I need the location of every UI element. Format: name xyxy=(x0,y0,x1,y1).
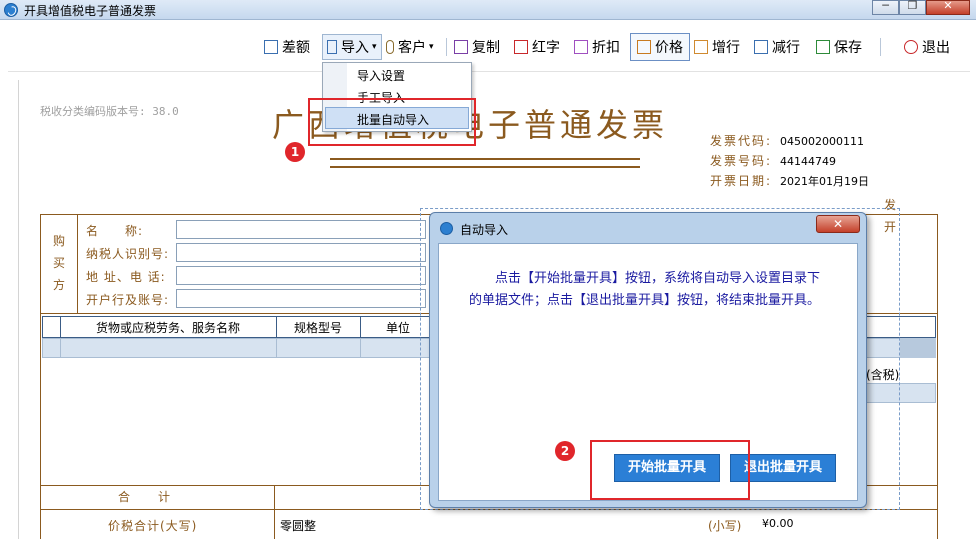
toolbar-save-label: 保存 xyxy=(834,40,862,56)
buyer-side-char: 购 xyxy=(53,234,66,248)
invoice-number-value: 44144749 xyxy=(780,155,837,168)
copy-icon xyxy=(454,40,468,54)
buyer-name-label: 名 称: xyxy=(86,224,144,238)
sum-lowercase-label: (小写) xyxy=(708,519,742,533)
minimize-icon: ─ xyxy=(882,0,889,12)
sum-uppercase-value: 零圆整 xyxy=(280,519,317,533)
buyer-name-input[interactable] xyxy=(176,220,426,239)
close-window-button[interactable]: ✕ xyxy=(926,0,970,15)
toolbar-remove-row-button[interactable]: 减行 xyxy=(754,36,800,58)
dialog-message: 点击【开始批量开具】按钮，系统将自动导入设置目录下的单据文件；点击【退出批量开具… xyxy=(469,271,821,308)
toolbar-red-invoice-button[interactable]: 红字 xyxy=(514,36,560,58)
title-underline xyxy=(330,158,640,160)
invoice-number-label: 发票号码: xyxy=(710,154,773,168)
toolbar-save-button[interactable]: 保存 xyxy=(816,36,862,58)
annotation-marker-2: 2 xyxy=(555,441,575,461)
sum-uppercase-label: 价税合计(大写) xyxy=(108,519,198,533)
row-divider xyxy=(276,339,277,357)
toolbar-difference-label: 差额 xyxy=(282,40,310,56)
window-titlebar: 开具增值税电子普通发票 ─ ❐ ✕ xyxy=(0,0,976,20)
add-row-icon xyxy=(694,40,708,54)
restore-button[interactable]: ❐ xyxy=(899,0,926,15)
buyer-address-label: 地 址、电 话: xyxy=(86,270,166,284)
toolbar-red-invoice-label: 红字 xyxy=(532,40,560,56)
toolbar-import-label: 导入 xyxy=(341,40,369,56)
window-controls: ─ ❐ ✕ xyxy=(872,0,970,15)
goods-name-header: 货物或应税劳务、服务名称 xyxy=(96,321,241,335)
minimize-button[interactable]: ─ xyxy=(872,0,899,15)
column-divider xyxy=(276,316,277,338)
save-icon xyxy=(816,40,830,54)
invoice-date: 开票日期: 2021年01月19日 xyxy=(710,172,869,189)
toolbar-remove-row-label: 减行 xyxy=(772,40,800,56)
buyer-taxid-input[interactable] xyxy=(176,243,426,262)
buyer-taxid-label: 纳税人识别号: xyxy=(86,247,170,261)
power-icon xyxy=(904,40,918,54)
toolbar-customer-button[interactable]: 客户 ▾ xyxy=(386,36,434,58)
chevron-down-icon: ▾ xyxy=(372,42,377,52)
column-divider xyxy=(360,316,361,338)
buyer-side-char: 方 xyxy=(53,278,66,292)
toolbar-separator xyxy=(446,38,447,56)
restore-icon: ❐ xyxy=(907,0,918,12)
close-icon: ✕ xyxy=(832,217,844,231)
toolbar: 差额 导入 ▾ 客户 ▾ 复制 红字 折扣 价格 增行 减行 保存 退出 xyxy=(8,22,970,72)
list-icon xyxy=(264,40,278,54)
total-label: 合计 xyxy=(118,490,199,504)
invoice-date-value: 2021年01月19日 xyxy=(780,175,870,188)
row-divider xyxy=(360,339,361,357)
app-logo-icon xyxy=(4,3,18,17)
menu-item-import-settings[interactable]: 导入设置 xyxy=(357,67,405,84)
chevron-down-icon: ▾ xyxy=(429,42,434,52)
window-title: 开具增值税电子普通发票 xyxy=(24,4,157,18)
toolbar-discount-button[interactable]: 折扣 xyxy=(574,36,620,58)
buyer-bank-label: 开户行及账号: xyxy=(86,293,170,307)
discount-icon xyxy=(574,40,588,54)
toolbar-add-row-label: 增行 xyxy=(712,40,740,56)
annotation-marker-1: 1 xyxy=(285,142,305,162)
buyer-address-input[interactable] xyxy=(176,266,426,285)
title-underline xyxy=(330,166,640,168)
spec-header: 规格型号 xyxy=(294,321,343,335)
buyer-side-char: 买 xyxy=(53,256,66,270)
toolbar-price-button[interactable]: 价格 xyxy=(630,33,690,61)
toolbar-difference-button[interactable]: 差额 xyxy=(264,36,310,58)
unit-header: 单位 xyxy=(386,321,411,335)
invoice-code: 发票代码: 045002000111 xyxy=(710,132,864,149)
app-logo-icon xyxy=(440,222,453,235)
annotation-box-2 xyxy=(590,440,750,500)
toolbar-customer-label: 客户 xyxy=(398,40,426,56)
toolbar-exit-button[interactable]: 退出 xyxy=(904,36,950,58)
buyer-bank-input[interactable] xyxy=(176,289,426,308)
import-icon xyxy=(327,40,337,54)
column-divider xyxy=(60,316,61,338)
close-icon: ✕ xyxy=(943,0,953,12)
toolbar-price-label: 价格 xyxy=(655,40,683,56)
toolbar-copy-button[interactable]: 复制 xyxy=(454,36,500,58)
toolbar-exit-label: 退出 xyxy=(922,40,950,56)
invoice-number: 发票号码: 44144749 xyxy=(710,152,836,169)
tax-code-version: 税收分类编码版本号: 38.0 xyxy=(40,105,179,118)
price-icon xyxy=(637,40,651,54)
toolbar-separator xyxy=(880,38,881,56)
row-divider xyxy=(60,339,61,357)
remove-row-icon xyxy=(754,40,768,54)
user-icon xyxy=(386,40,394,54)
sum-lowercase-value: ¥0.00 xyxy=(762,517,794,530)
invoice-date-label: 开票日期: xyxy=(710,174,773,188)
goods-row-selected-cell[interactable] xyxy=(900,338,936,358)
toolbar-add-row-button[interactable]: 增行 xyxy=(694,36,740,58)
invoice-code-label: 发票代码: xyxy=(710,134,773,148)
red-invoice-icon xyxy=(514,40,528,54)
toolbar-import-button[interactable]: 导入 ▾ xyxy=(322,34,382,60)
annotation-box-1 xyxy=(308,98,476,146)
invoice-code-value: 045002000111 xyxy=(780,135,865,148)
dialog-close-button[interactable]: ✕ xyxy=(816,215,860,233)
toolbar-discount-label: 折扣 xyxy=(592,40,620,56)
buyer-side-label: 购 买 方 xyxy=(40,214,78,314)
toolbar-copy-label: 复制 xyxy=(472,40,500,56)
dialog-title: 自动导入 xyxy=(460,223,509,237)
